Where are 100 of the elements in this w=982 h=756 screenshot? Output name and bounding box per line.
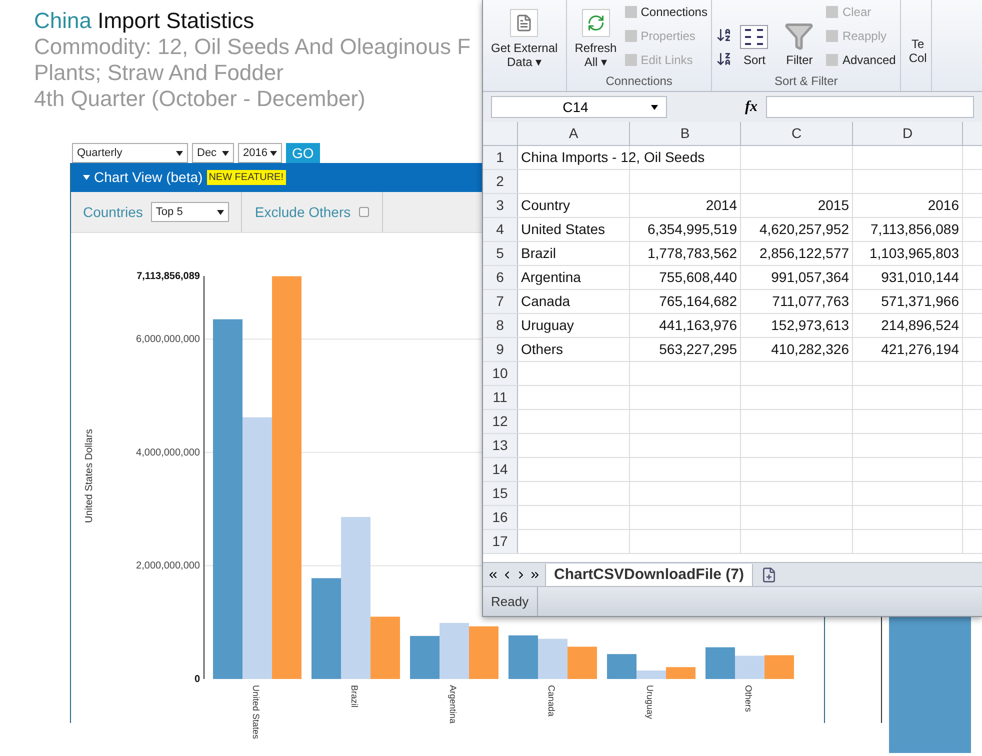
cell-text: 563,227,295 [659,340,737,359]
cell-text: 2,856,122,577 [759,244,849,263]
caret-icon [270,150,277,156]
x-tick-label: Argentina [448,685,458,724]
column-header[interactable]: C [741,122,853,145]
chart-header[interactable]: Chart View (beta) NEW FEATURE! [71,163,482,192]
caret-icon [651,104,658,110]
sort-button[interactable]: Sort [736,25,772,69]
cell-text: 152,973,613 [771,316,849,335]
ribbon-group-label: Sort & Filter [773,73,839,90]
row-header[interactable]: 8 [483,314,518,337]
cell-text: 931,010,144 [881,268,959,287]
formula-input[interactable] [766,96,974,118]
x-tick-label: Uruguay [645,685,655,720]
cell-text: 2016 [928,196,959,215]
row-header[interactable]: 2 [483,170,518,193]
column-header[interactable]: A [518,122,630,145]
cell-text: 1,103,965,803 [869,244,959,263]
cell-text: 214,896,524 [881,316,959,335]
column-header[interactable]: B [630,122,741,145]
row-header[interactable]: 15 [483,482,518,505]
cell-text: 571,371,966 [881,292,959,311]
cell-text: 421,276,194 [881,340,959,359]
caret-icon [176,150,183,156]
filter-button[interactable]: Filter [776,21,822,69]
ribbon-group-label: Connections [604,73,674,90]
ribbon-button[interactable]: Te Col [904,37,927,65]
ribbon-icon [624,6,637,18]
row-header[interactable]: 3 [483,194,518,217]
ribbon-button[interactable]: Advanced [826,51,896,69]
row-header[interactable]: 17 [483,530,518,553]
exclude-others-label: Exclude Others [254,202,351,222]
column-header[interactable]: D [853,122,963,145]
cell-text: Brazil [521,244,556,263]
new-feature-badge: NEW FEATURE! [206,170,286,185]
cell-text: 4,620,257,952 [759,220,849,239]
x-tick-label: Brazil [350,685,360,708]
y-tick-label: 4,000,000,000 [136,447,200,458]
page-subtitle: Plants; Straw And Fodder [34,60,284,86]
countries-label: Countries [83,202,143,222]
row-header[interactable]: 14 [483,458,518,481]
cell-text: Others [521,340,564,359]
y-tick-label: 7,113,856,089 [136,271,200,282]
ribbon-button[interactable]: Refresh All ▾ [570,9,621,69]
cell-text: 2014 [706,196,737,215]
chart-header-title: Chart View (beta) [94,168,203,187]
cell-text: 7,113,856,089 [870,220,959,239]
sort-descending-icon[interactable] [716,51,732,67]
cell-text: Argentina [521,268,581,287]
ribbon-icon [826,30,838,42]
cell-text: 765,164,682 [659,292,737,311]
row-header[interactable]: 6 [483,266,518,289]
cell-text: Canada [521,292,570,311]
filter-icon [784,21,814,51]
row-header[interactable]: 7 [483,290,518,313]
ribbon-icon [826,54,838,66]
cell-text: 711,077,763 [772,292,849,311]
cell-text: 1,778,783,562 [647,244,737,263]
x-tick-label: Others [744,685,754,712]
row-header[interactable]: 10 [483,362,518,385]
cell-text: 2015 [818,196,849,215]
cell-text: United States [521,220,606,239]
cell-text: 441,163,976 [659,316,737,335]
cell-text: China Imports - 12, Oil Seeds [521,148,705,167]
countries-select[interactable]: Top 5 [150,202,229,222]
x-tick-label: United States [251,685,261,740]
page-title: China Import Statistics [34,8,254,34]
cell-text: 991,057,364 [771,268,849,287]
y-tick-label: 6,000,000,000 [136,334,200,346]
ribbon-button[interactable]: Get External Data ▾ [487,9,562,69]
exclude-others-checkbox[interactable] [358,207,369,217]
caret-icon [222,150,229,156]
cell-text: 755,608,440 [659,268,737,287]
row-header[interactable]: 12 [483,410,518,433]
page-subtitle: 4th Quarter (October - December) [34,86,366,112]
cell-text: 410,282,326 [771,340,849,359]
row-header[interactable]: 16 [483,506,518,529]
y-tick-label: 0 [194,674,200,685]
period-select[interactable]: Quarterly [72,143,188,163]
row-header[interactable]: 5 [483,242,518,265]
sheet-tab[interactable]: ChartCSVDownloadFile (7) [545,564,754,586]
name-box[interactable]: C14 [491,96,667,118]
cell-text: Country [521,196,570,215]
new-sheet-icon[interactable] [761,566,778,582]
cell-text: 6,354,995,519 [647,220,737,239]
refresh-icon [582,9,610,37]
row-header[interactable]: 11 [483,386,518,409]
month-select[interactable]: Dec [192,143,234,163]
cell-text: Uruguay [521,316,574,335]
row-header[interactable]: 4 [483,218,518,241]
row-header[interactable]: 1 [483,146,518,169]
ribbon-button[interactable]: Connections [624,3,708,21]
y-tick-label: 2,000,000,000 [136,560,200,572]
row-header[interactable]: 9 [483,338,518,361]
formula-fx-label[interactable]: fx [745,96,758,118]
row-header[interactable]: 13 [483,434,518,457]
sort-ascending-icon[interactable] [716,27,732,43]
year-select[interactable]: 2016 [238,143,282,163]
status-text: Ready [483,587,538,616]
y-axis-title: United States Dollars [84,429,95,523]
